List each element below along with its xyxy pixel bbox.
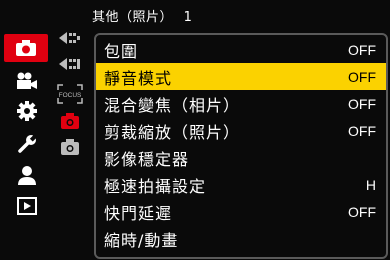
video-camera-icon xyxy=(17,72,37,89)
menu-item-value: OFF xyxy=(348,68,376,85)
tab-my-menu[interactable] xyxy=(6,161,48,189)
menu-item-label: 縮時/動畫 xyxy=(104,230,179,250)
menu-item-label: 靜音模式 xyxy=(104,68,173,88)
menu-header: 其他（照片） 1 xyxy=(92,6,198,25)
menu-item-burst-settings[interactable]: 極速拍攝設定 H xyxy=(96,171,386,198)
tab-setup[interactable] xyxy=(6,130,48,158)
sub-tab-bar: FOCUS xyxy=(56,26,86,176)
menu-item-value: OFF xyxy=(348,95,376,112)
menu-item-silent-mode[interactable]: 靜音模式 OFF xyxy=(96,63,386,90)
menu-item-value: OFF xyxy=(348,122,376,139)
page-title: 其他（照片） xyxy=(92,10,174,25)
menu-item-label: 快門延遲 xyxy=(104,203,173,223)
tab-video[interactable] xyxy=(6,67,48,95)
page-number: 1 xyxy=(183,10,193,25)
burst-icon xyxy=(59,32,80,44)
menu-item-hybrid-zoom[interactable]: 混合變焦（相片） OFF xyxy=(96,90,386,117)
subtab-1[interactable] xyxy=(56,26,84,50)
other-photo-icon xyxy=(61,113,79,129)
main-tab-bar xyxy=(4,34,48,224)
burst-alt-icon xyxy=(59,58,80,70)
subtab-other-photo-2[interactable] xyxy=(56,136,84,160)
subtab-other-photo[interactable] xyxy=(56,110,84,134)
menu-item-crop-zoom[interactable]: 剪裁縮放（照片） OFF xyxy=(96,117,386,144)
menu-item-stabilizer[interactable]: 影像穩定器 xyxy=(96,144,386,171)
subtab-focus[interactable]: FOCUS xyxy=(56,82,84,106)
menu-item-label: 混合變焦（相片） xyxy=(104,95,241,115)
wrench-icon xyxy=(18,134,37,153)
menu-item-label: 影像穩定器 xyxy=(104,149,190,169)
tab-custom[interactable] xyxy=(6,97,48,125)
menu-item-label: 極速拍攝設定 xyxy=(104,176,207,196)
camera-icon xyxy=(16,40,36,56)
menu-item-timelapse[interactable]: 縮時/動畫 xyxy=(96,225,386,252)
person-icon xyxy=(18,166,36,185)
subtab-2[interactable] xyxy=(56,52,84,76)
gear-icon xyxy=(17,101,37,121)
focus-icon: FOCUS xyxy=(57,84,83,104)
svg-text:FOCUS: FOCUS xyxy=(59,92,82,99)
menu-item-shutter-delay[interactable]: 快門延遲 OFF xyxy=(96,198,386,225)
menu-item-label: 剪裁縮放（照片） xyxy=(104,122,241,142)
other-photo-alt-icon xyxy=(61,139,79,155)
play-icon xyxy=(17,197,37,215)
menu-item-value: H xyxy=(365,176,376,193)
tab-playback[interactable] xyxy=(6,192,48,220)
menu-list: 包圍 OFF 靜音模式 OFF 混合變焦（相片） OFF 剪裁縮放（照片） OF… xyxy=(94,33,388,259)
menu-item-bracket[interactable]: 包圍 OFF xyxy=(96,36,386,63)
menu-item-value: OFF xyxy=(348,41,376,58)
camera-menu-screen: 其他（照片） 1 FOCUS 包圍 OFF 靜音模式 OFF 混合變焦（相片） … xyxy=(0,0,390,260)
menu-item-label: 包圍 xyxy=(104,41,139,61)
menu-item-value: OFF xyxy=(348,203,376,220)
tab-photo[interactable] xyxy=(4,34,48,62)
